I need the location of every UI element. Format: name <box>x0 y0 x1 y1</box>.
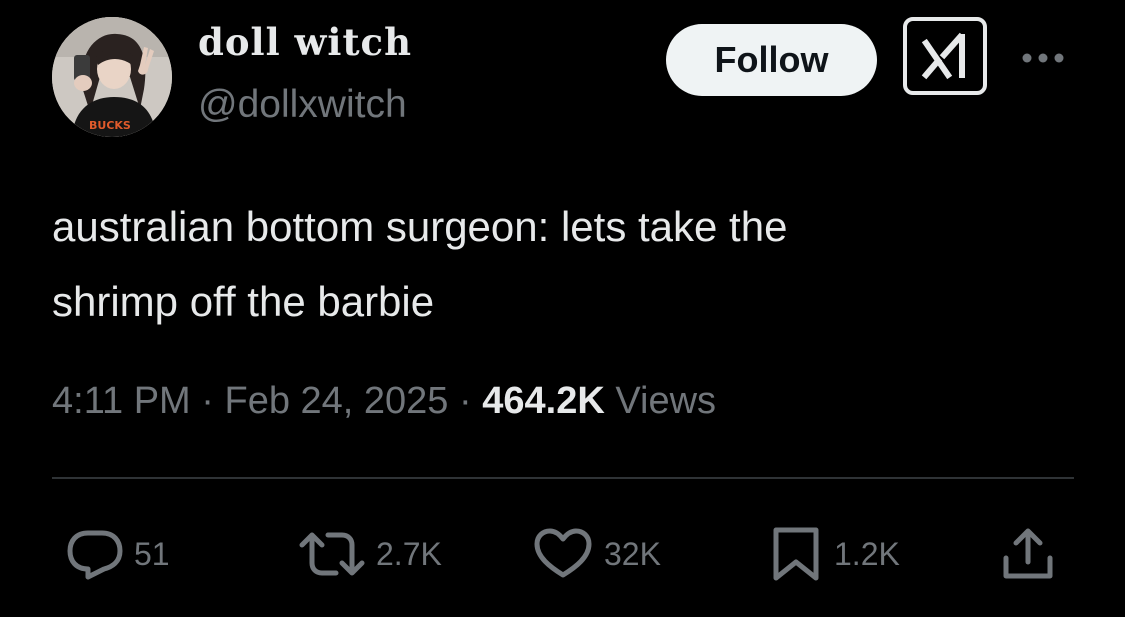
user-handle[interactable]: @dollxwitch <box>198 82 407 129</box>
display-name[interactable]: doll witch <box>198 20 412 64</box>
meta-separator: · <box>459 380 472 422</box>
bookmark-icon <box>773 527 819 581</box>
share-icon <box>1003 528 1053 579</box>
tweet-text-line: shrimp off the barbie <box>52 278 435 325</box>
tweet-meta: 4:11 PM · Feb 24, 2025 · 464.2K Views <box>52 374 716 428</box>
like-count: 32K <box>604 535 661 572</box>
meta-separator: · <box>201 380 214 422</box>
follow-button[interactable]: Follow <box>666 24 877 96</box>
more-button[interactable] <box>1015 38 1071 78</box>
tweet-time[interactable]: 4:11 PM <box>52 380 191 422</box>
grok-icon <box>921 32 965 80</box>
grok-button[interactable] <box>903 17 987 95</box>
reply-count: 51 <box>134 535 170 572</box>
views-count: 464.2K <box>482 380 605 422</box>
tweet-card: BUCKS doll witch @dollxwitch Follow aust… <box>0 0 1125 617</box>
tweet-text-line: australian bottom surgeon: lets take the <box>52 203 788 250</box>
repost-icon <box>299 532 365 576</box>
share-button[interactable] <box>998 526 1058 582</box>
avatar-photo: BUCKS <box>52 17 172 137</box>
like-button[interactable]: 32K <box>532 526 661 582</box>
more-icon <box>1022 53 1064 63</box>
follow-button-label: Follow <box>714 39 829 80</box>
repost-button[interactable]: 2.7K <box>298 526 442 582</box>
reply-icon <box>67 530 123 580</box>
heart-icon <box>534 528 592 578</box>
views-label: Views <box>615 380 717 422</box>
repost-count: 2.7K <box>376 535 442 572</box>
tweet-text: australian bottom surgeon: lets take the… <box>52 189 1062 339</box>
divider <box>52 477 1074 479</box>
avatar[interactable]: BUCKS <box>52 17 172 137</box>
avatar-shirt-text: BUCKS <box>89 119 131 132</box>
tweet-date[interactable]: Feb 24, 2025 <box>224 380 448 422</box>
reply-button[interactable]: 51 <box>66 526 170 582</box>
bookmark-count: 1.2K <box>834 535 900 572</box>
bookmark-button[interactable]: 1.2K <box>768 526 900 582</box>
